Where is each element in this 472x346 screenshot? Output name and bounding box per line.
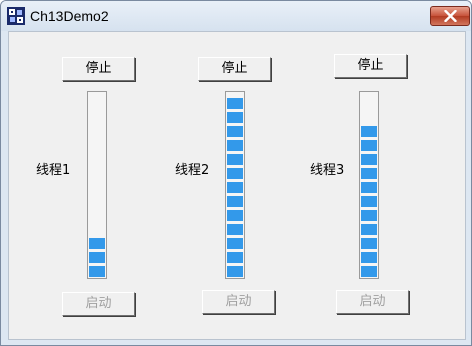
thread2-progress-fill <box>227 93 243 277</box>
thread1-label: 线程1 <box>36 163 71 178</box>
progress-segment <box>361 224 377 235</box>
progress-segment <box>227 224 243 235</box>
thread3-label: 线程3 <box>310 163 345 178</box>
progress-segment <box>361 140 377 151</box>
progress-segment <box>361 266 377 277</box>
thread1-start-button[interactable]: 启动 <box>62 292 135 316</box>
progress-segment <box>227 196 243 207</box>
progress-segment <box>361 126 377 137</box>
thread3-stop-button[interactable]: 停止 <box>334 54 407 78</box>
window-title: Ch13Demo2 <box>30 8 109 24</box>
thread2-progress-bar <box>225 91 245 279</box>
progress-segment <box>361 252 377 263</box>
thread3-progress-bar <box>359 91 379 279</box>
progress-segment <box>361 196 377 207</box>
progress-segment <box>227 210 243 221</box>
progress-segment <box>361 168 377 179</box>
thread2-start-button[interactable]: 启动 <box>202 290 275 314</box>
thread1-progress-bar <box>87 91 107 279</box>
progress-segment <box>89 238 105 249</box>
title-bar[interactable]: Ch13Demo2 <box>1 1 471 31</box>
progress-segment <box>361 238 377 249</box>
thread1-progress-fill <box>89 237 105 277</box>
progress-segment <box>361 210 377 221</box>
progress-segment <box>227 154 243 165</box>
progress-segment <box>227 252 243 263</box>
progress-segment <box>89 252 105 263</box>
thread2-stop-button[interactable]: 停止 <box>198 57 271 81</box>
thread3-progress-fill <box>361 126 377 277</box>
progress-segment <box>89 266 105 277</box>
thread1-stop-button[interactable]: 停止 <box>62 57 135 81</box>
main-window: Ch13Demo2 停止 线程1 启动 停止 线程2 启动 停止 线程3 启动 <box>0 0 472 346</box>
progress-segment <box>227 168 243 179</box>
progress-segment <box>361 182 377 193</box>
progress-segment <box>227 126 243 137</box>
progress-segment <box>227 266 243 277</box>
thread2-label: 线程2 <box>175 163 210 178</box>
client-area: 停止 线程1 启动 停止 线程2 启动 停止 线程3 启动 <box>8 31 466 340</box>
close-icon <box>444 10 457 22</box>
thread3-start-button[interactable]: 启动 <box>336 290 409 314</box>
app-icon <box>7 7 25 25</box>
progress-segment <box>227 98 243 109</box>
progress-segment <box>361 154 377 165</box>
close-button[interactable] <box>430 6 470 26</box>
progress-segment <box>227 238 243 249</box>
progress-segment <box>227 182 243 193</box>
progress-segment <box>227 112 243 123</box>
progress-segment <box>227 140 243 151</box>
